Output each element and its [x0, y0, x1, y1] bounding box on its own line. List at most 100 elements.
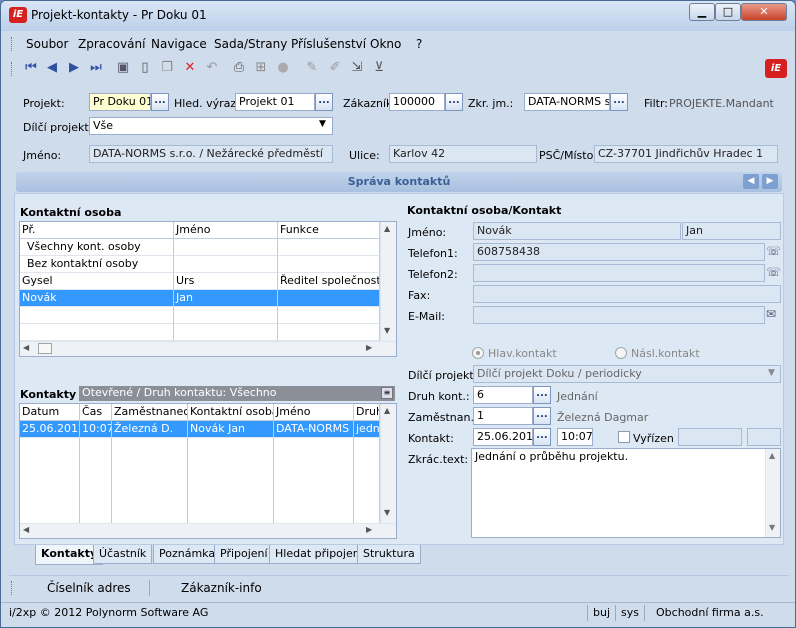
maximize-button[interactable]: □ [715, 3, 741, 21]
undo-icon[interactable]: ↶ [204, 60, 220, 76]
menu-zpracovani[interactable]: Zpracování [78, 37, 145, 51]
table-cell[interactable] [174, 256, 278, 273]
table-row-selected[interactable]: 25.06.2012 [20, 421, 80, 438]
prev-record-icon[interactable]: ◀ [44, 60, 60, 76]
scroll-left-icon[interactable]: ◀ [23, 343, 29, 352]
filter-list-icon[interactable]: ≡ [381, 387, 393, 399]
col-header-datum[interactable]: Datum [20, 404, 80, 421]
table-cell[interactable]: Jan [174, 290, 278, 307]
vertical-scrollbar[interactable]: ▲ ▼ [380, 222, 396, 341]
table-row[interactable]: Všechny kont. osoby [20, 239, 174, 256]
scroll-down-icon[interactable]: ▼ [384, 326, 390, 335]
col-header-zamestnanec[interactable]: Zaměstnanec [112, 404, 188, 421]
table-cell[interactable]: DATA-NORMS [274, 421, 354, 438]
phone-icon[interactable]: ☏ [766, 244, 781, 258]
table-cell[interactable]: jedná [354, 421, 380, 438]
table-cell[interactable] [278, 256, 380, 273]
scroll-up-icon[interactable]: ▲ [769, 451, 775, 460]
zkrac-textarea[interactable]: Jednání o průběhu projektu. [471, 448, 781, 538]
table-cell[interactable]: Železná D. [112, 421, 188, 438]
zkr-field[interactable]: DATA-NORMS s [524, 93, 610, 111]
kontakt-time-field[interactable]: 10:07 [557, 428, 593, 446]
col-header-pr[interactable]: Př. [20, 222, 174, 239]
delete-icon[interactable]: ✕ [182, 60, 198, 76]
col-header-jmeno[interactable]: Jméno [174, 222, 278, 239]
kontakt-date-button[interactable]: ... [533, 428, 551, 446]
horizontal-scrollbar[interactable]: ◀ ▶ [20, 341, 396, 356]
table-cell[interactable] [278, 239, 380, 256]
col-header-jmeno[interactable]: Jméno [274, 404, 354, 421]
scroll-right-icon[interactable]: ▶ [366, 525, 372, 534]
close-button[interactable]: ✕ [741, 3, 787, 21]
phone-icon[interactable]: ☏ [766, 265, 781, 279]
edit-pen2-icon[interactable]: ✐ [327, 60, 343, 76]
menu-okno[interactable]: Okno [370, 37, 401, 51]
scroll-thumb[interactable] [38, 343, 52, 354]
scroll-up-icon[interactable]: ▲ [384, 406, 390, 415]
last-record-icon[interactable]: ⏭ [88, 60, 104, 76]
projekt-lookup-button[interactable]: ... [151, 93, 169, 111]
col-header-kontaktni-osoba[interactable]: Kontaktní osoba [188, 404, 274, 421]
table-cell[interactable]: Ředitel společnosti [278, 273, 380, 290]
tab-hledat-pripojeni[interactable]: Hledat připojení [269, 545, 369, 564]
export-icon[interactable]: ⇲ [349, 60, 365, 76]
vertical-scrollbar[interactable]: ▲ ▼ [765, 449, 780, 537]
horizontal-scrollbar[interactable]: ◀ ▶ [20, 523, 396, 538]
zakaznik-field[interactable]: 100000 [389, 93, 445, 111]
tab-struktura[interactable]: Struktura [357, 545, 421, 564]
scroll-down-icon[interactable]: ▼ [769, 523, 775, 532]
projekt-field[interactable]: Pr Doku 01 [89, 93, 151, 111]
menu-prislusenstvi[interactable]: Příslušenství [291, 37, 366, 51]
chevron-down-icon[interactable]: ▼ [768, 368, 775, 378]
menu-navigace[interactable]: Navigace [151, 37, 207, 51]
hled-field[interactable]: Projekt 01 [235, 93, 315, 111]
scroll-left-icon[interactable]: ◀ [23, 525, 29, 534]
table-cell[interactable]: Urs [174, 273, 278, 290]
panel-next-icon[interactable]: ▶ [762, 174, 778, 189]
detail-dilci-select[interactable]: Dílčí projekt Doku / periodicky [473, 365, 781, 383]
vertical-scrollbar[interactable]: ▲ ▼ [380, 404, 396, 523]
table-row[interactable]: Bez kontaktní osoby [20, 256, 174, 273]
table-cell[interactable]: 10:07 [80, 421, 112, 438]
copy-icon[interactable]: ❐ [159, 60, 175, 76]
scroll-right-icon[interactable]: ▶ [366, 343, 372, 352]
table-cell[interactable] [278, 290, 380, 307]
hled-lookup-button[interactable]: ... [315, 93, 333, 111]
ciselnik-adres-button[interactable]: Číselník adres [47, 581, 131, 595]
scroll-down-icon[interactable]: ▼ [384, 508, 390, 517]
edit-pen-icon[interactable]: ✎ [304, 60, 320, 76]
druh-lookup-button[interactable]: ... [533, 386, 551, 404]
kontakt-date-field[interactable]: 25.06.2012 [473, 428, 533, 446]
table-row-selected[interactable]: Novák [20, 290, 174, 307]
hlav-kontakt-radio[interactable] [472, 347, 484, 359]
menu-help[interactable]: ? [416, 37, 422, 51]
vyrizen-checkbox[interactable] [618, 431, 630, 443]
filter-icon[interactable]: ⊻ [371, 60, 387, 76]
tab-ucastnik[interactable]: Účastník [93, 545, 153, 564]
save-icon[interactable]: ▣ [115, 60, 131, 76]
dilci-select[interactable]: Vše [89, 117, 333, 135]
minimize-button[interactable]: ▁ [689, 3, 715, 21]
col-header-druh[interactable]: Druh [354, 404, 380, 421]
first-record-icon[interactable]: ⏮ [23, 60, 39, 76]
scroll-up-icon[interactable]: ▲ [384, 224, 390, 233]
col-header-cas[interactable]: Čas [80, 404, 112, 421]
menu-sada-strany[interactable]: Sada/Strany [214, 37, 287, 51]
table-row[interactable]: Gysel [20, 273, 174, 290]
panel-prev-icon[interactable]: ◀ [743, 174, 759, 189]
zakaznik-lookup-button[interactable]: ... [445, 93, 463, 111]
table-cell[interactable] [174, 239, 278, 256]
druh-field[interactable]: 6 [473, 386, 533, 404]
chevron-down-icon[interactable]: ▼ [319, 119, 326, 129]
nasl-kontakt-radio[interactable] [615, 347, 627, 359]
menu-soubor[interactable]: Soubor [26, 37, 68, 51]
tab-pripojeni[interactable]: Připojení [214, 545, 274, 564]
new-icon[interactable]: ▯ [137, 60, 153, 76]
tab-poznamka[interactable]: Poznámka [153, 545, 222, 564]
email-icon[interactable]: ✉ [766, 307, 776, 321]
zam-field[interactable]: 1 [473, 407, 533, 425]
table-cell[interactable]: Novák Jan [188, 421, 274, 438]
zam-lookup-button[interactable]: ... [533, 407, 551, 425]
zkr-lookup-button[interactable]: ... [610, 93, 628, 111]
zakaznik-info-button[interactable]: Zákazník-info [181, 581, 262, 595]
